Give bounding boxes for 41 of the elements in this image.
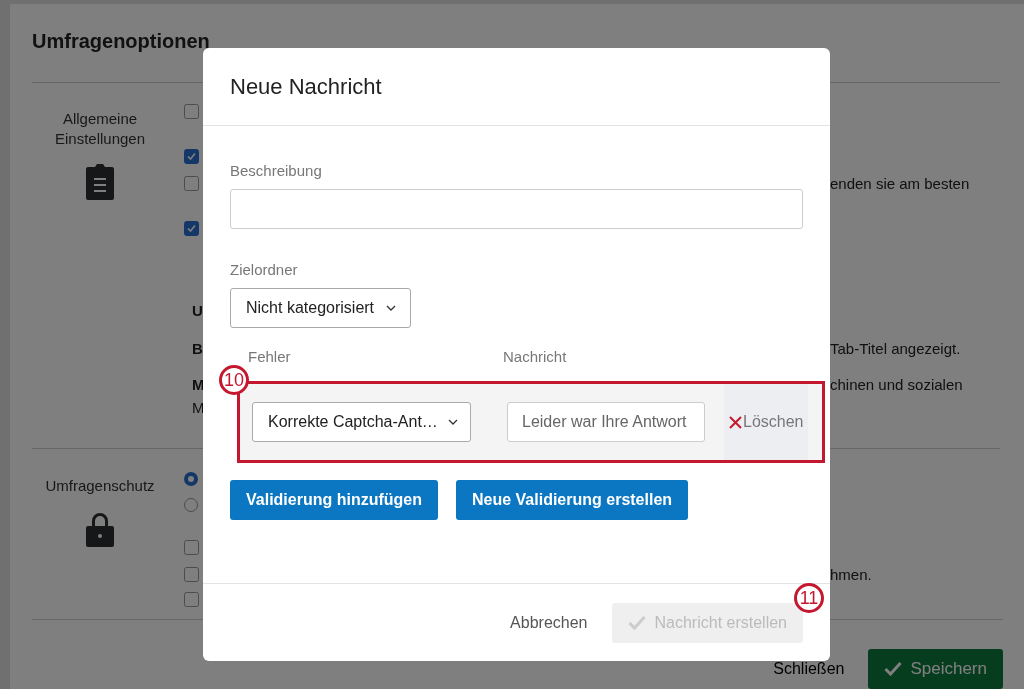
close-button[interactable]: Schließen [773,659,845,678]
field-label: Zielordner [230,261,298,278]
save-button[interactable]: Speichern [868,648,1003,689]
action-button[interactable]: Validierung hinzufügen [230,480,438,520]
checkbox[interactable] [184,540,199,556]
check-icon [627,615,646,630]
description-field[interactable] [230,189,803,229]
option-text: U [191,302,203,320]
option-text: Tab-Titel angezeigt. [830,340,962,358]
error-dropdown[interactable]: Korrekte Captcha-Ant… [252,402,471,442]
cancel-button[interactable]: Abbrechen [510,613,588,632]
option-text: chinen und sozialen [830,376,964,394]
field-label: Beschreibung [230,162,322,179]
clipboard-icon [85,162,115,201]
panel-title: Umfragenoptionen [32,30,210,54]
checkbox[interactable] [184,149,199,165]
checkbox[interactable] [184,221,199,237]
delete-button[interactable]: Löschen [724,384,808,460]
checkbox[interactable] [184,592,199,608]
option-text: B [191,340,203,358]
check-icon [884,661,903,677]
option-text: M [191,399,205,417]
option-text: hmen. [830,566,873,584]
dialog-title: Neue Nachricht [230,73,382,100]
checkbox[interactable] [184,567,199,583]
section-label: Allgemeine Einstellungen [53,108,147,149]
column-label: Nachricht [503,348,567,365]
column-label: Fehler [248,348,292,365]
close-icon [729,415,742,429]
radio-button[interactable] [184,497,198,512]
action-button[interactable]: Neue Validierung erstellen [456,480,689,520]
option-text: enden sie am besten [830,175,971,193]
chevron-down-icon [448,419,458,425]
section-label: Umfragenschutz [45,475,155,496]
option-text: M [191,376,205,394]
checkbox[interactable] [184,104,199,120]
radio-button[interactable] [184,471,198,486]
folder-dropdown[interactable]: Nicht kategorisiert [230,288,412,328]
chevron-down-icon [386,305,397,311]
checkbox[interactable] [184,176,199,192]
message-field[interactable]: Leider war Ihre Antwort [507,402,705,442]
